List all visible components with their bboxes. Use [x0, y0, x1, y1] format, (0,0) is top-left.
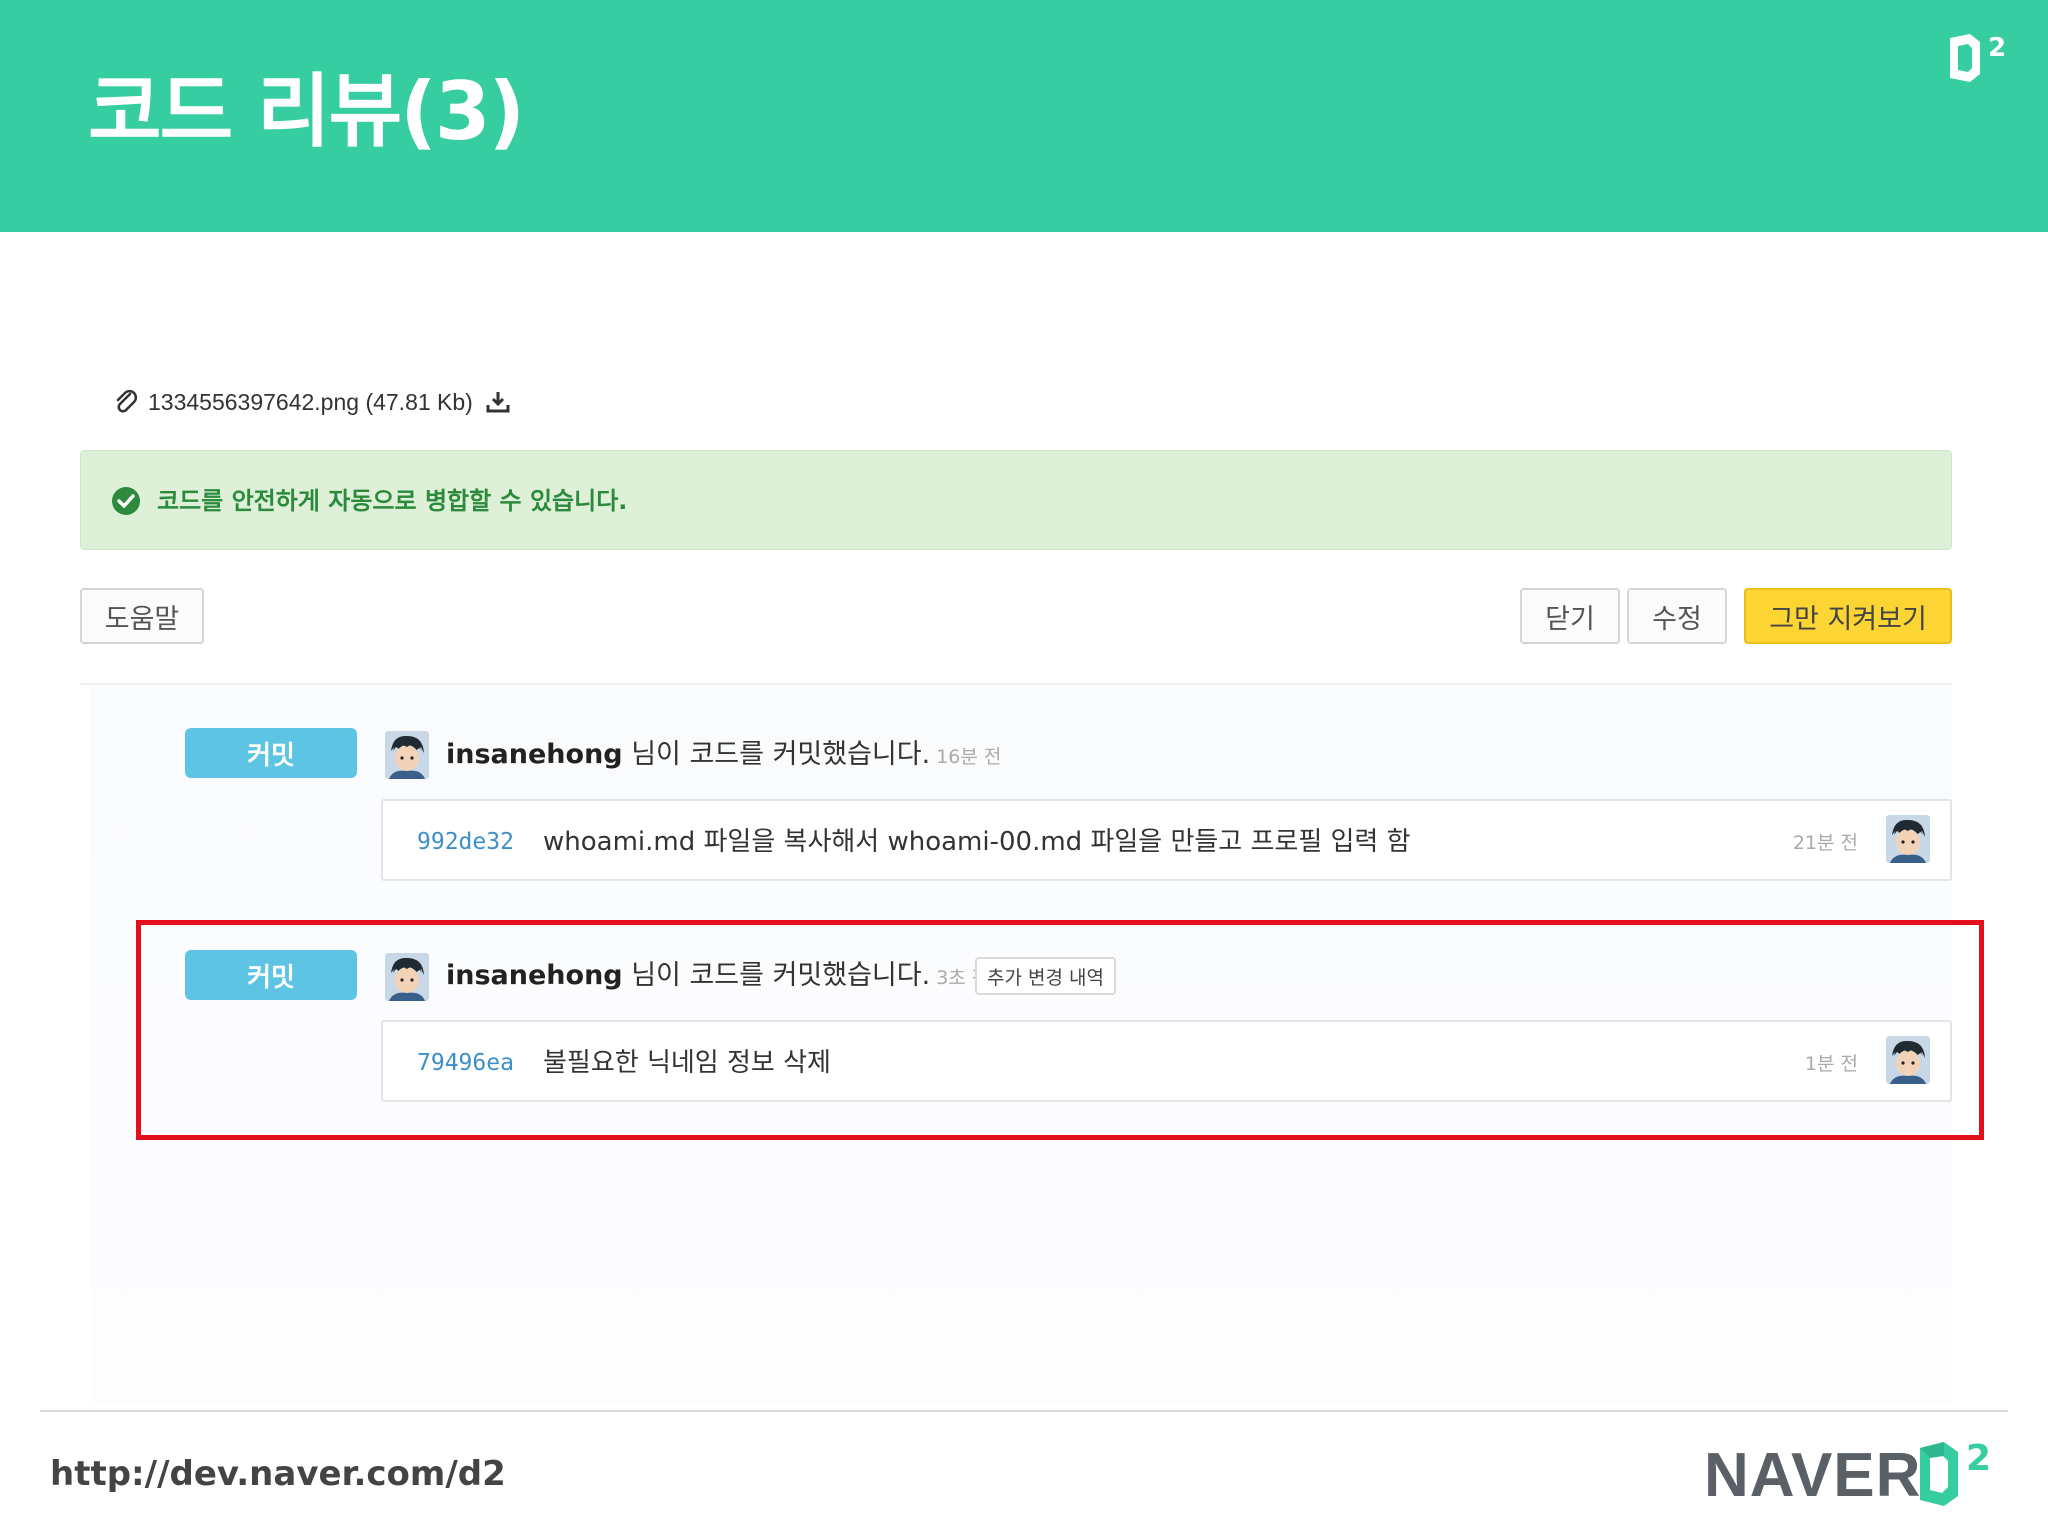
- slide-header: 코드 리뷰(3) 2: [0, 0, 2048, 232]
- event-username[interactable]: insanehong: [446, 739, 623, 770]
- footer-url: http://dev.naver.com/d2: [50, 1454, 506, 1494]
- download-icon[interactable]: [485, 389, 511, 415]
- commit-message: whoami.md 파일을 복사해서 whoami-00.md 파일을 만들고 …: [543, 827, 1411, 857]
- d2-logo-icon: 2: [1950, 33, 2006, 82]
- edit-button[interactable]: 수정: [1627, 588, 1727, 644]
- close-button[interactable]: 닫기: [1520, 588, 1620, 644]
- attachment-filename[interactable]: 1334556397642.png (47.81 Kb): [148, 389, 473, 416]
- event-action: 님이 코드를 커밋했습니다.: [622, 739, 931, 770]
- svg-text:2: 2: [1988, 33, 2006, 63]
- merge-status-banner: 코드를 안전하게 자동으로 병합할 수 있습니다.: [80, 450, 1952, 550]
- avatar-image: [1886, 815, 1930, 863]
- event-line: insanehong 님이 코드를 커밋했습니다. 16분 전: [446, 735, 1001, 775]
- commit-sha-link[interactable]: 992de32: [417, 822, 514, 862]
- paperclip-icon: [116, 389, 138, 413]
- help-button[interactable]: 도움말: [80, 588, 204, 644]
- event-time: 16분 전: [936, 746, 1002, 768]
- user-avatar[interactable]: [385, 731, 429, 779]
- d2-logo-icon: 2: [1920, 1438, 1991, 1506]
- merge-status-message: 코드를 안전하게 자동으로 병합할 수 있습니다.: [157, 487, 628, 515]
- svg-text:2: 2: [1966, 1438, 1991, 1479]
- slide-title: 코드 리뷰(3): [88, 65, 525, 158]
- commit-time: 21분 전: [1792, 832, 1858, 854]
- highlight-box: [136, 920, 1984, 1140]
- naver-logo: NAVER: [1704, 1441, 1922, 1510]
- commit-event-label: 커밋: [185, 728, 357, 778]
- unwatch-button[interactable]: 그만 지켜보기: [1744, 588, 1952, 644]
- commit-author-avatar[interactable]: [1886, 815, 1930, 863]
- commit-row: 992de32 whoami.md 파일을 복사해서 whoami-00.md …: [381, 799, 1952, 881]
- check-circle-icon: [112, 487, 140, 515]
- avatar-image: [385, 731, 429, 779]
- footer-divider: [40, 1410, 2008, 1412]
- attachment-row: 1334556397642.png (47.81 Kb): [112, 384, 511, 420]
